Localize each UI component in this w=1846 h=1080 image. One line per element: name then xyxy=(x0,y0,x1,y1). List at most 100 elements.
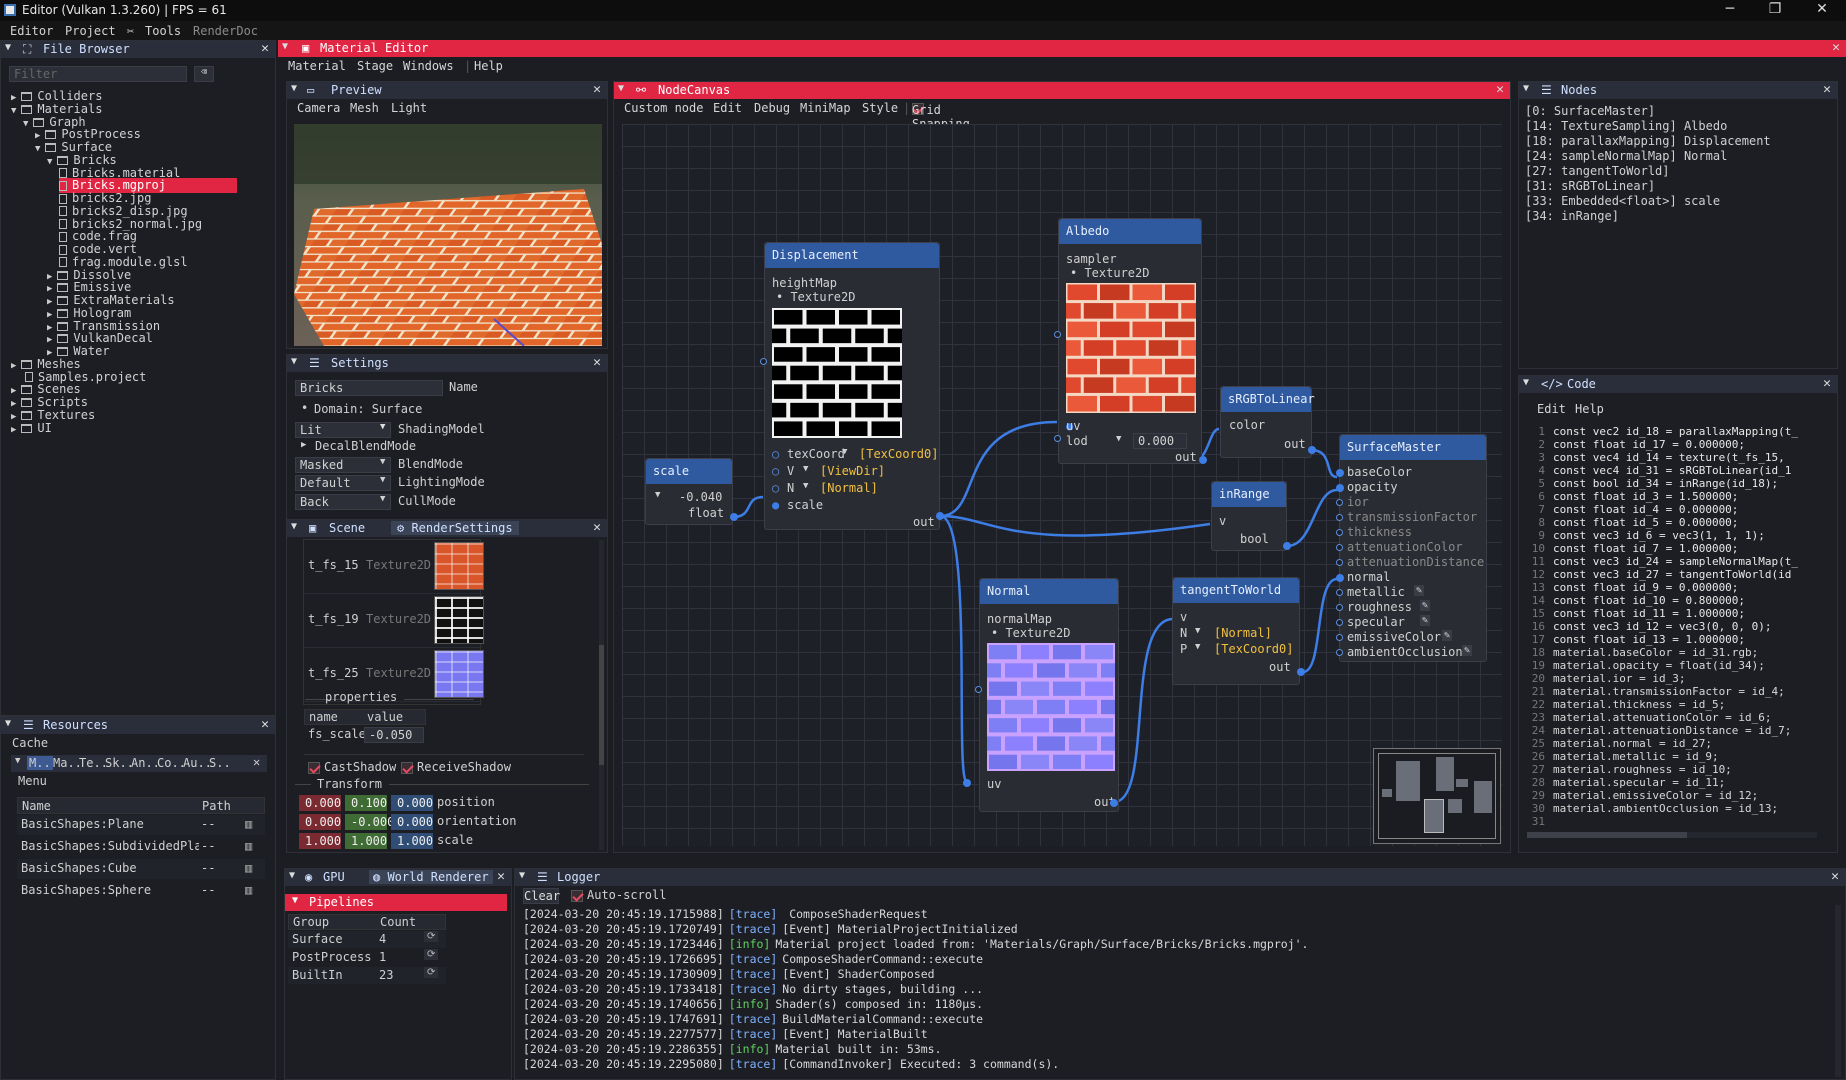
minimize-icon[interactable]: ─ xyxy=(1710,1,1750,17)
close-icon[interactable]: ✕ xyxy=(1832,40,1840,55)
menu-material[interactable]: Material xyxy=(288,59,346,73)
input-pin[interactable] xyxy=(1336,544,1343,551)
input-pin[interactable] xyxy=(963,779,971,787)
collapse-icon[interactable]: ▼ xyxy=(289,870,295,881)
scale-z[interactable]: 1.000 xyxy=(391,833,433,849)
chevron-right-icon[interactable]: ▶ xyxy=(11,425,16,435)
table-row[interactable]: BasicShapes:Plane -- ▥ xyxy=(17,815,265,835)
scale-y[interactable]: 1.000 xyxy=(345,833,387,849)
collapse-icon[interactable]: ▼ xyxy=(5,42,11,53)
lod-input[interactable]: 0.000 xyxy=(1133,433,1187,449)
chevron-down-icon[interactable]: ▼ xyxy=(380,457,385,467)
node-surface-master[interactable]: SurfaceMaster baseColor opacity ior transmi… xyxy=(1336,434,1487,662)
chevron-down-icon[interactable]: ▼ xyxy=(803,464,808,474)
pipelines-header[interactable]: ▼ Pipelines xyxy=(285,894,507,911)
collapse-icon[interactable]: ▼ xyxy=(519,870,525,881)
node-list-item[interactable]: [0: SurfaceMaster] xyxy=(1525,104,1655,118)
menu-light[interactable]: Light xyxy=(391,101,427,115)
position-y[interactable]: 0.100 xyxy=(345,795,387,811)
chevron-down-icon[interactable]: ▼ xyxy=(23,119,28,129)
input-pin[interactable] xyxy=(760,358,767,365)
chevron-down-icon[interactable]: ▼ xyxy=(11,106,16,116)
pencil-icon[interactable]: ✎ xyxy=(1420,615,1431,626)
input-pin[interactable] xyxy=(1336,514,1343,521)
chevron-down-icon[interactable]: ▼ xyxy=(47,157,52,167)
material-name-input[interactable]: Bricks xyxy=(295,380,443,396)
node-list-item[interactable]: [34: inRange] xyxy=(1525,209,1619,223)
autoscroll-checkbox[interactable]: Auto-scroll xyxy=(571,888,666,902)
pencil-icon[interactable]: ✎ xyxy=(1414,585,1425,596)
scrollbar-thumb[interactable] xyxy=(1527,832,1687,838)
node-list-item[interactable]: [24: sampleNormalMap] Normal xyxy=(1525,149,1727,163)
input-pin[interactable] xyxy=(1336,589,1343,596)
menu-windows[interactable]: Windows xyxy=(403,59,454,73)
resource-tab[interactable]: Te.. xyxy=(79,756,108,770)
receive-shadow-checkbox[interactable]: ReceiveShadow xyxy=(401,760,511,774)
node-displacement[interactable]: Displacement heightMap • Texture2D ○ tex… xyxy=(764,242,940,530)
close-icon[interactable]: ✕ xyxy=(593,82,601,97)
chevron-down-icon[interactable]: ▼ xyxy=(803,481,808,491)
resource-tab[interactable]: M.. xyxy=(27,756,53,770)
menu-edit[interactable]: Edit xyxy=(1537,402,1566,416)
close-icon[interactable]: ✕ xyxy=(261,717,269,732)
menu-renderdoc[interactable]: RenderDoc xyxy=(193,24,258,38)
collapse-icon[interactable]: ▼ xyxy=(282,41,288,52)
collapse-icon[interactable]: ▼ xyxy=(291,83,297,94)
clear-button[interactable]: Clear xyxy=(523,888,560,904)
menu-project[interactable]: Project xyxy=(65,24,116,38)
trash-icon[interactable]: ▥ xyxy=(245,883,252,897)
pin-filled-icon[interactable]: ● xyxy=(772,498,779,512)
chevron-down-icon[interactable]: ▼ xyxy=(380,475,385,485)
table-row[interactable]: BasicShapes:SubdividedPla -- ▥ xyxy=(17,837,265,857)
pin-circle-icon[interactable]: ○ xyxy=(772,464,779,478)
input-pin[interactable] xyxy=(975,686,982,693)
cull-mode-select[interactable]: Back xyxy=(295,494,391,510)
close-icon[interactable]: ✕ xyxy=(1823,376,1831,391)
input-pin[interactable] xyxy=(1336,574,1344,582)
input-pin[interactable] xyxy=(1336,619,1343,626)
close-icon[interactable]: ✕ xyxy=(593,520,601,535)
resources-menu[interactable]: Menu xyxy=(18,774,47,788)
lighting-mode-select[interactable]: Default xyxy=(295,475,391,491)
scale-x[interactable]: 1.000 xyxy=(299,833,341,849)
scrollbar[interactable] xyxy=(1835,905,1841,1077)
chevron-down-icon[interactable]: ▼ xyxy=(842,447,847,457)
chevron-down-icon[interactable]: ▼ xyxy=(1195,626,1200,636)
output-pin[interactable] xyxy=(730,513,738,521)
close-icon[interactable]: ✕ xyxy=(261,41,269,56)
shading-model-select[interactable]: Lit xyxy=(295,422,391,438)
tab-scene[interactable]: Scene xyxy=(329,521,365,535)
collapse-icon[interactable]: ▼ xyxy=(291,356,297,367)
close-icon[interactable]: ✕ xyxy=(1831,869,1839,884)
menu-help[interactable]: Help xyxy=(1575,402,1604,416)
node-list-item[interactable]: [33: Embedded<float>] scale xyxy=(1525,194,1720,208)
trash-icon[interactable]: ▥ xyxy=(245,839,252,853)
collapse-icon[interactable]: ▼ xyxy=(291,521,297,532)
collapse-icon[interactable]: ▼ xyxy=(15,756,20,766)
minimap[interactable] xyxy=(1373,748,1501,844)
pencil-icon[interactable]: ✎ xyxy=(1462,645,1473,656)
pin-circle-icon[interactable]: ○ xyxy=(772,447,779,461)
table-row[interactable]: BasicShapes:Sphere -- ▥ xyxy=(17,881,265,901)
code-editor[interactable]: 1 const vec2 id_18 = parallaxMapping(t_ 2 c… xyxy=(1523,425,1821,830)
property-value-input[interactable]: -0.050 xyxy=(364,727,424,743)
input-pin[interactable] xyxy=(1336,559,1343,566)
pencil-icon[interactable]: ✎ xyxy=(1442,630,1453,641)
reload-icon[interactable]: ⟳ xyxy=(424,967,439,978)
node-inrange[interactable]: inRange v bool xyxy=(1211,481,1287,551)
position-x[interactable]: 0.000 xyxy=(299,795,341,811)
scale-value-input[interactable]: -0.040 xyxy=(679,490,722,504)
node-list-item[interactable]: [14: TextureSampling] Albedo xyxy=(1525,119,1727,133)
log-output[interactable]: [2024-03-20 20:45:19.1715988] [trace] Com… xyxy=(523,907,1823,1077)
input-pin[interactable] xyxy=(1336,469,1344,477)
menu-tools[interactable]: Tools xyxy=(145,24,181,38)
menu-mesh[interactable]: Mesh xyxy=(350,101,379,115)
close-window-icon[interactable]: ✕ xyxy=(1802,1,1842,17)
input-pin[interactable] xyxy=(1336,634,1343,641)
resource-tab[interactable]: Co.. xyxy=(157,756,186,770)
output-pin[interactable] xyxy=(1297,668,1305,676)
node-scale[interactable]: scale ▼ -0.040 float xyxy=(645,458,733,525)
output-pin[interactable] xyxy=(1110,799,1118,807)
trash-icon[interactable]: ▥ xyxy=(245,817,252,831)
trash-icon[interactable]: ▥ xyxy=(245,861,252,875)
